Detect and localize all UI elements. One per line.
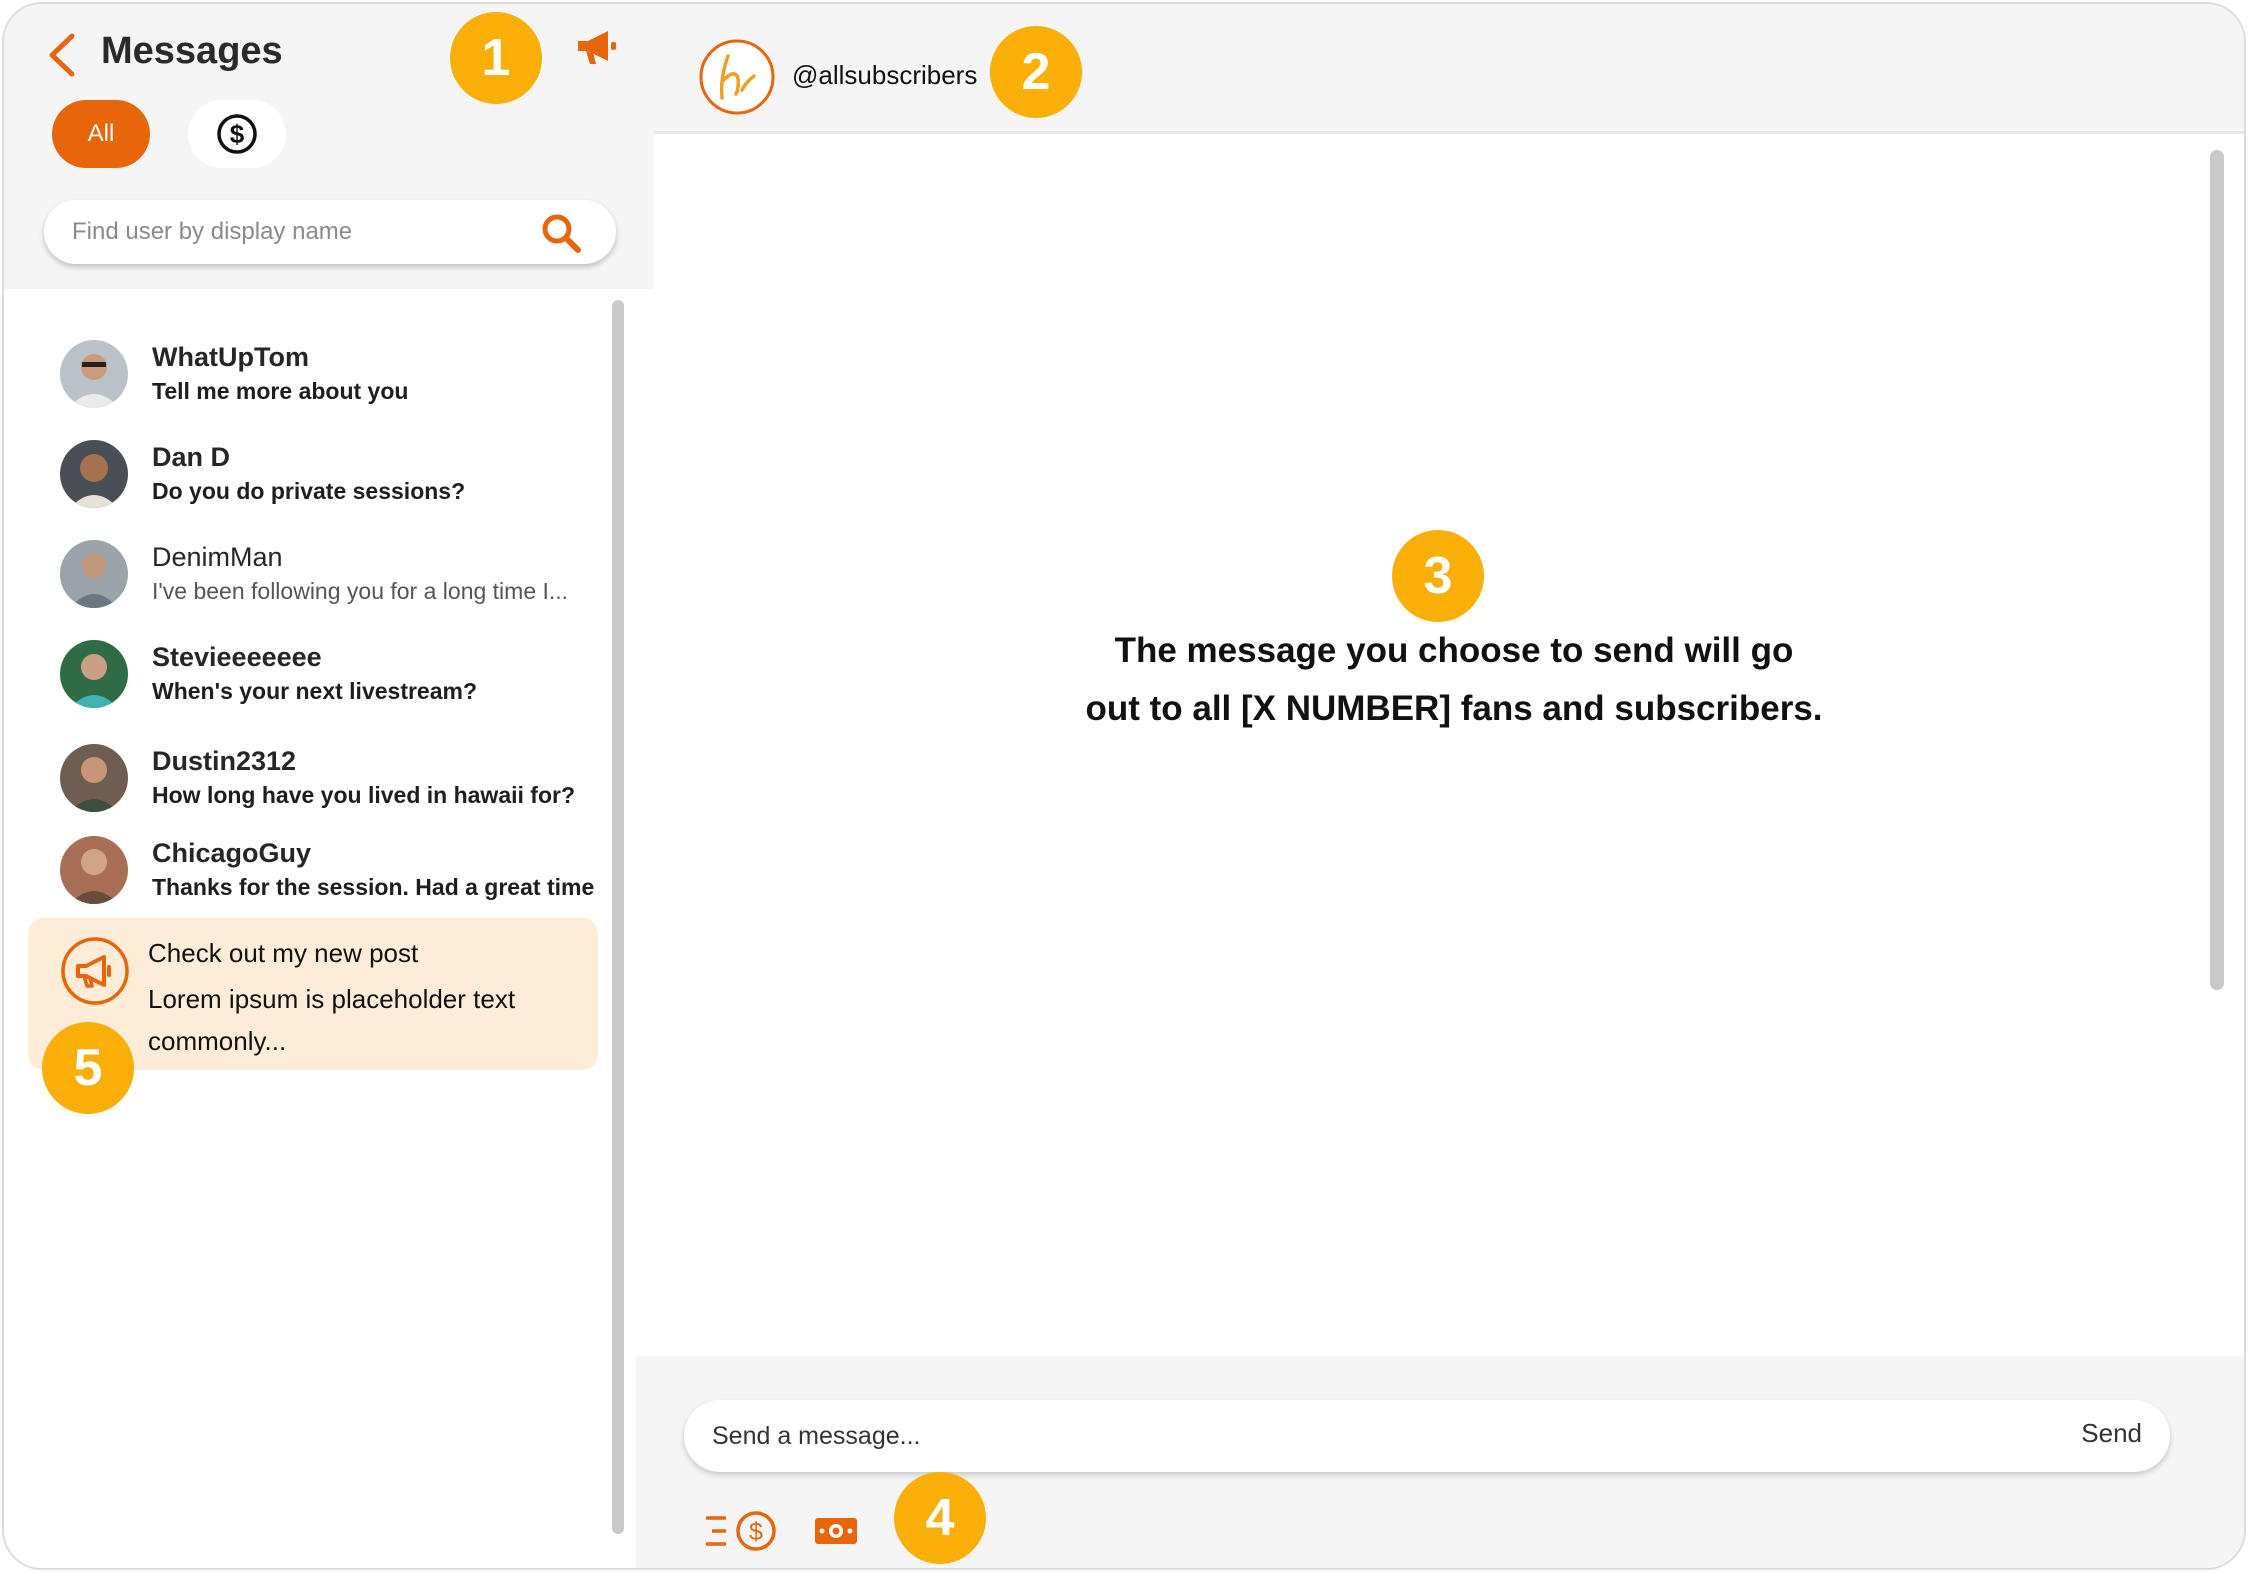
avatar <box>60 340 128 408</box>
filter-all-label: All <box>87 120 115 147</box>
conversation-item[interactable]: DenimMan I've been following you for a l… <box>28 540 598 636</box>
broadcast-notice: The message you choose to send will go o… <box>1085 631 1823 728</box>
step-marker: 5 <box>42 1022 134 1114</box>
user-search-bar <box>44 200 616 264</box>
conversation-name: DenimMan <box>152 542 283 572</box>
chat-header: @allsubscribers <box>654 4 2244 134</box>
conversation-preview: Tell me more about you <box>152 378 409 404</box>
svg-text:$: $ <box>230 119 245 149</box>
conversation-preview: Do you do private sessions? <box>152 478 466 504</box>
conversation-name: Dustin2312 <box>152 746 297 776</box>
step-marker: 4 <box>894 1472 986 1564</box>
conversation-preview: Thanks for the session. Had a great time <box>152 874 595 900</box>
conversation-name: Stevieeeeeee <box>152 642 322 672</box>
brand-logo-icon <box>699 39 775 115</box>
sidebar-header: Messages All $ <box>4 4 654 289</box>
conversation-name: WhatUpTom <box>152 342 309 372</box>
avatar <box>60 640 128 708</box>
conversation-item[interactable]: Stevieeeeeee When's your next livestream… <box>28 640 598 736</box>
conversation-list-scrollbar[interactable] <box>612 300 624 1534</box>
conversation-item[interactable]: Dan D Do you do private sessions? <box>28 440 598 536</box>
recipient-handle: @allsubscribers <box>792 60 978 90</box>
search-icon[interactable] <box>540 212 582 254</box>
avatar <box>60 744 128 812</box>
conversation-preview: When's your next livestream? <box>152 678 478 704</box>
conversation-item[interactable]: Dustin2312 How long have you lived in ha… <box>28 744 598 840</box>
avatar <box>60 540 128 608</box>
send-button[interactable]: Send <box>2081 1418 2142 1449</box>
message-composer: Send <box>684 1400 2170 1472</box>
conversation-preview: How long have you lived in hawaii for? <box>152 782 575 808</box>
composer-bar: Send $ <box>636 1356 2244 1568</box>
broadcast-preview: Lorem ipsum is placeholder text commonly… <box>148 984 516 1056</box>
page-title: Messages <box>101 30 283 72</box>
tip-menu-icon[interactable]: $ <box>704 1508 780 1554</box>
chat-panel: @allsubscribers The message you choose t… <box>636 4 2244 1568</box>
conversation-preview: I've been following you for a long time … <box>152 578 569 604</box>
conversation-name: ChicagoGuy <box>152 838 312 868</box>
cash-icon[interactable] <box>814 1516 858 1546</box>
step-marker: 3 <box>1392 530 1484 622</box>
dollar-circle-icon: $ <box>217 114 257 154</box>
avatar <box>60 440 128 508</box>
conversation-sidebar: Messages All $ Find user by display name… <box>4 4 654 1568</box>
megaphone-icon[interactable] <box>574 28 618 68</box>
filter-all-button[interactable]: All <box>52 100 150 168</box>
conversation-name: Dan D <box>152 442 231 472</box>
broadcast-title: Check out my new post <box>148 938 419 968</box>
svg-text:$: $ <box>749 1518 763 1546</box>
search-input[interactable] <box>72 212 542 252</box>
filter-paid-button[interactable]: $ <box>188 100 286 168</box>
chevron-left-icon[interactable] <box>42 30 82 80</box>
message-input[interactable] <box>712 1414 2012 1458</box>
megaphone-icon <box>61 937 129 1005</box>
conversation-item[interactable]: WhatUpTom Tell me more about you <box>28 340 598 436</box>
chat-scrollbar[interactable] <box>2210 150 2224 990</box>
step-marker: 2 <box>990 26 1082 118</box>
avatar <box>60 836 128 904</box>
app-window: Messages All $ Find user by display name… <box>2 2 2246 1570</box>
step-marker: 1 <box>450 12 542 104</box>
